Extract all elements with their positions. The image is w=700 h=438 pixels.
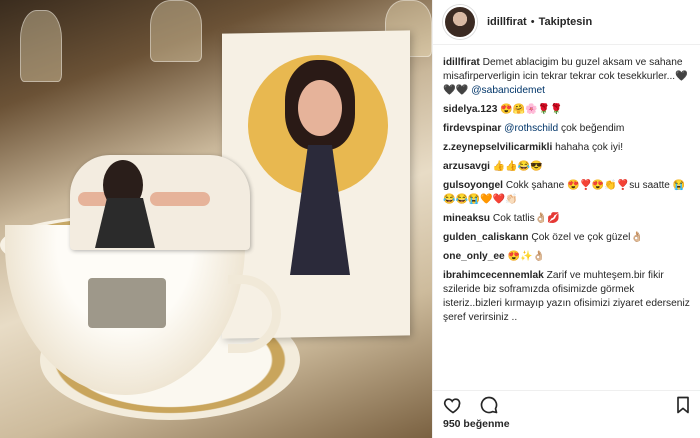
follow-status[interactable]: Takiptesin — [539, 16, 593, 28]
comment-text: çok beğendim — [560, 123, 625, 134]
caption: idillfirat Demet ablacigim bu guzel aksa… — [443, 56, 693, 98]
likes-count[interactable]: 950 beğenme — [443, 418, 510, 430]
comment-username[interactable]: sidelya.123 — [443, 104, 497, 115]
comment-username[interactable]: gulsoyongel — [443, 180, 503, 191]
heart-icon[interactable] — [443, 395, 463, 415]
bookmark-icon[interactable] — [673, 395, 693, 415]
comment: sidelya.123 😍🤗🌸🌹🌹 — [443, 103, 693, 117]
comment-username[interactable]: firdevspinar — [443, 123, 501, 134]
caricature-face — [298, 80, 342, 136]
comment-text: 😍✨👌🏼 — [507, 251, 545, 262]
action-bar — [433, 390, 700, 417]
avatar[interactable] — [443, 5, 477, 39]
comment-text: 😍🤗🌸🌹🌹 — [500, 104, 563, 115]
caption-mention[interactable]: @sabancidemet — [471, 85, 545, 96]
comment-text: 👍👍😂😎 — [492, 161, 543, 172]
glass — [150, 0, 202, 62]
comment-text: Çok özel ve çok güzel👌🏼 — [531, 232, 644, 243]
post-photo[interactable] — [0, 0, 432, 438]
comment: arzusavgi 👍👍😂😎 — [443, 160, 693, 174]
glass — [20, 10, 62, 82]
teabag — [88, 278, 166, 328]
comment: ibrahimcecennemlak Zarif ve muhteşem.bir… — [443, 269, 693, 325]
tag-arm-right — [150, 192, 210, 206]
comment-username[interactable]: z.zeynepselvilicarmikli — [443, 142, 552, 153]
comment-username[interactable]: one_only_ee — [443, 251, 505, 262]
comment-username[interactable]: gulden_caliskann — [443, 232, 529, 243]
comment: one_only_ee 😍✨👌🏼 — [443, 250, 693, 264]
comment: mineaksu Cok tatlis👌🏼💋 — [443, 212, 693, 226]
comment: z.zeynepselvilicarmikli hahaha çok iyi! — [443, 141, 693, 155]
caption-username[interactable]: idillfirat — [443, 57, 480, 68]
comment-mention[interactable]: @rothschild — [504, 123, 558, 134]
comment-text: Cok tatlis👌🏼💋 — [492, 213, 561, 224]
comment-icon[interactable] — [479, 395, 499, 415]
comment: gulsoyongel Cokk şahane 😍❣️😍👏❣️su saatte… — [443, 179, 693, 207]
comment-username[interactable]: mineaksu — [443, 213, 490, 224]
comment: firdevspinar @rothschild çok beğendim — [443, 122, 693, 136]
post-header: idillfirat • Takiptesin — [433, 0, 700, 45]
separator-dot: • — [530, 16, 535, 28]
header-username[interactable]: idillfirat — [487, 16, 527, 28]
post-side-panel: idillfirat • Takiptesin idillfirat Demet… — [432, 0, 700, 438]
comment-text: hahaha çok iyi! — [555, 142, 624, 153]
comment-username[interactable]: arzusavgi — [443, 161, 490, 172]
comment-username[interactable]: ibrahimcecennemlak — [443, 270, 544, 281]
comment: gulden_caliskann Çok özel ve çok güzel👌🏼 — [443, 231, 693, 245]
comments-list: idillfirat Demet ablacigim bu guzel aksa… — [443, 56, 693, 330]
